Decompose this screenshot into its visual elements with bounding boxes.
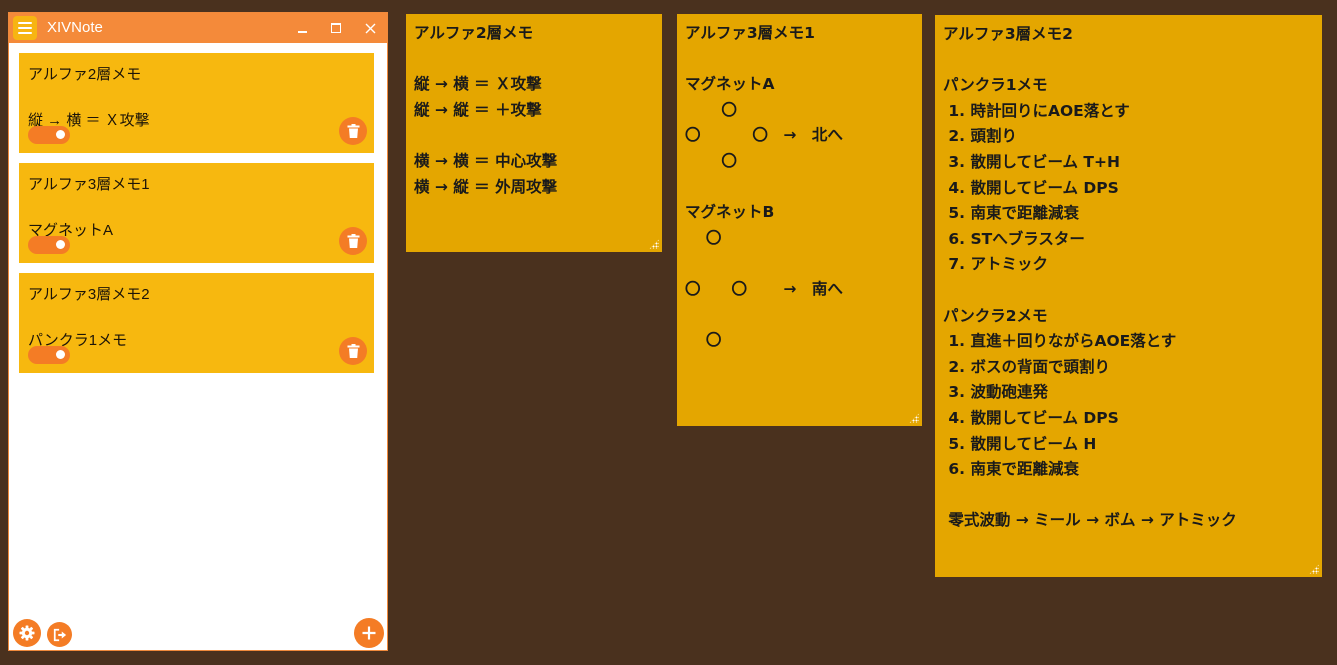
add-note-button[interactable] bbox=[354, 618, 384, 648]
sticky-note-line: 〇 〇 → 南へ bbox=[685, 279, 843, 298]
resize-grip-icon[interactable] bbox=[909, 413, 919, 423]
sticky-note-line bbox=[943, 48, 1314, 74]
delete-note-button[interactable] bbox=[339, 227, 367, 255]
sticky-note-line: パンクラ2メモ bbox=[943, 306, 1048, 325]
sticky-note[interactable]: アルファ3層メモ2 パンクラ1メモ 1. 時計回りにAOE落とす 2. 頭割り … bbox=[935, 15, 1322, 577]
close-icon bbox=[365, 23, 375, 33]
sticky-note-line: マグネットA bbox=[685, 75, 775, 94]
sticky-note-line: 3. 波動砲連発 bbox=[943, 383, 1048, 402]
sticky-note-line: パンクラ1メモ bbox=[943, 76, 1048, 95]
sticky-note-line bbox=[685, 303, 914, 329]
sticky-note-line: 縦 → 縦 ＝ ＋攻撃 bbox=[414, 100, 542, 119]
note-card-title: アルファ3層メモ2 bbox=[28, 286, 150, 303]
exit-icon bbox=[53, 628, 66, 641]
gear-icon bbox=[19, 625, 35, 641]
trash-icon bbox=[347, 124, 359, 138]
sticky-note-line: 〇 bbox=[685, 151, 737, 170]
sticky-note-line: 5. 南東で距離減衰 bbox=[943, 204, 1079, 223]
delete-note-button[interactable] bbox=[339, 337, 367, 365]
title-bar[interactable]: XIVNote bbox=[9, 13, 387, 43]
delete-note-button[interactable] bbox=[339, 117, 367, 145]
sticky-note-line bbox=[685, 251, 914, 277]
maximize-icon bbox=[331, 23, 341, 33]
sticky-note-line: 1. 時計回りにAOE落とす bbox=[943, 101, 1130, 120]
sticky-note-body: 縦 → 横 ＝ Ｘ攻撃縦 → 縦 ＝ ＋攻撃横 → 横 ＝ 中心攻撃横 → 縦 … bbox=[414, 47, 654, 201]
sticky-note-line: 6. STへブラスター bbox=[943, 229, 1085, 248]
resize-grip-icon[interactable] bbox=[649, 239, 659, 249]
sticky-note-line bbox=[943, 278, 1314, 304]
sticky-note-title: アルファ3層メモ2 bbox=[943, 25, 1073, 43]
sticky-note-line: 〇 bbox=[685, 100, 737, 119]
sticky-note-line: 5. 散開してビーム H bbox=[943, 434, 1097, 453]
sticky-note-line: 6. 南東で距離減衰 bbox=[943, 460, 1079, 479]
resize-grip-icon[interactable] bbox=[1309, 564, 1319, 574]
sticky-note-line: 2. 頭割り bbox=[943, 127, 1017, 146]
sticky-note-line: マグネットB bbox=[685, 203, 775, 222]
hamburger-menu-button[interactable] bbox=[13, 16, 37, 40]
trash-icon bbox=[347, 344, 359, 358]
sticky-note-line: 4. 散開してビーム DPS bbox=[943, 408, 1119, 427]
sticky-note-line bbox=[943, 483, 1314, 509]
minimize-icon bbox=[297, 31, 307, 33]
sticky-note-body: パンクラ1メモ 1. 時計回りにAOE落とす 2. 頭割り 3. 散開してビーム… bbox=[943, 48, 1314, 534]
close-button[interactable] bbox=[353, 13, 387, 43]
sticky-note-title: アルファ2層メモ bbox=[414, 24, 534, 42]
note-visibility-toggle[interactable] bbox=[28, 236, 70, 254]
maximize-button[interactable] bbox=[319, 13, 353, 43]
exit-button[interactable] bbox=[47, 622, 72, 647]
plus-icon bbox=[362, 626, 376, 640]
sticky-note[interactable]: アルファ3層メモ1 マグネットA 〇〇 〇 → 北へ 〇マグネットB 〇〇 〇 … bbox=[677, 14, 922, 426]
note-card[interactable]: アルファ3層メモ2 パンクラ1メモ bbox=[19, 273, 374, 373]
note-visibility-toggle[interactable] bbox=[28, 126, 70, 144]
sticky-note-line: 零式波動 → ミール → ボム → アトミック bbox=[943, 511, 1237, 530]
sticky-note-line: 〇 〇 → 北へ bbox=[685, 126, 843, 145]
sticky-note[interactable]: アルファ2層メモ 縦 → 横 ＝ Ｘ攻撃縦 → 縦 ＝ ＋攻撃横 → 横 ＝ 中… bbox=[406, 14, 662, 252]
sticky-note-line: 2. ボスの背面で頭割り bbox=[943, 357, 1110, 376]
sticky-note-line: 横 → 横 ＝ 中心攻撃 bbox=[414, 151, 558, 170]
xivnote-window: XIVNote アルファ2層メモ 縦 → 横 ＝ Ｘ攻撃 アルファ3層メモ1 マ… bbox=[8, 12, 388, 651]
trash-icon bbox=[347, 234, 359, 248]
sticky-note-line: 4. 散開してビーム DPS bbox=[943, 178, 1119, 197]
note-visibility-toggle[interactable] bbox=[28, 346, 70, 364]
sticky-note-line: 1. 直進＋回りながらAOE落とす bbox=[943, 332, 1177, 351]
sticky-note-line bbox=[685, 175, 914, 201]
sticky-note-title: アルファ3層メモ1 bbox=[685, 24, 815, 42]
note-card[interactable]: アルファ2層メモ 縦 → 横 ＝ Ｘ攻撃 bbox=[19, 53, 374, 153]
settings-button[interactable] bbox=[13, 619, 41, 647]
sticky-note-line: 〇 bbox=[685, 331, 722, 350]
sticky-note-line: 3. 散開してビーム T+H bbox=[943, 152, 1120, 171]
sticky-note-line bbox=[414, 47, 654, 73]
minimize-button[interactable] bbox=[285, 13, 319, 43]
note-card-title: アルファ2層メモ bbox=[28, 66, 142, 83]
sticky-note-body: マグネットA 〇〇 〇 → 北へ 〇マグネットB 〇〇 〇 → 南へ 〇 bbox=[685, 47, 914, 354]
sticky-note-line bbox=[685, 47, 914, 73]
sticky-note-line: 縦 → 横 ＝ Ｘ攻撃 bbox=[414, 75, 542, 94]
sticky-note-line: 〇 bbox=[685, 228, 722, 247]
sticky-note-line bbox=[414, 123, 654, 149]
note-card[interactable]: アルファ3層メモ1 マグネットA bbox=[19, 163, 374, 263]
note-card-title: アルファ3層メモ1 bbox=[28, 176, 150, 193]
app-title: XIVNote bbox=[47, 19, 103, 36]
hamburger-icon bbox=[18, 22, 32, 24]
sticky-note-line: 横 → 縦 ＝ 外周攻撃 bbox=[414, 177, 558, 196]
sticky-note-line: 7. アトミック bbox=[943, 255, 1048, 274]
